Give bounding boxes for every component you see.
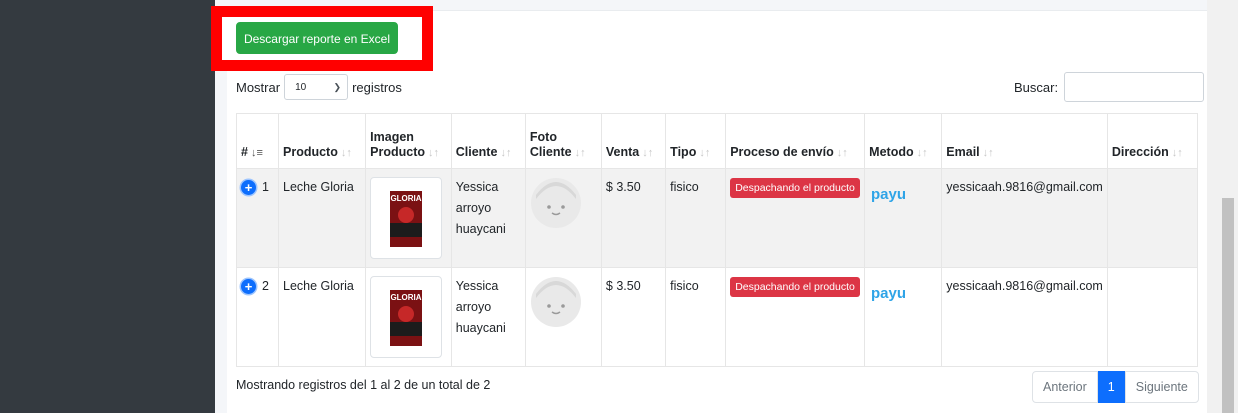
- previous-page-button[interactable]: Anterior: [1032, 371, 1098, 403]
- sale-cell: $ 3.50: [600, 168, 667, 268]
- sort-icon: ↓↑: [916, 147, 928, 159]
- email-cell: yessicaah.9816@gmail.com: [941, 168, 1108, 268]
- product-image-cell: GLORIA: [365, 168, 452, 268]
- sort-icon: ↓↑: [642, 147, 654, 159]
- length-control: Mostrar 10 ❯ registros: [236, 74, 402, 100]
- column-header-type[interactable]: Tipo ↓↑: [665, 113, 727, 169]
- sort-icon: ↓↑: [500, 147, 512, 159]
- export-excel-button[interactable]: Descargar reporte en Excel: [236, 22, 398, 54]
- expand-row-icon[interactable]: +: [241, 180, 256, 196]
- sort-icon: ↓↑: [428, 147, 440, 159]
- page-length-value: 10: [295, 81, 307, 93]
- length-suffix-label: registros: [352, 79, 402, 95]
- search-label: Buscar:: [1014, 79, 1059, 95]
- search-input[interactable]: [1064, 72, 1205, 102]
- method-cell: payu: [864, 267, 943, 367]
- email-cell: yessicaah.9816@gmail.com: [941, 267, 1108, 367]
- sort-asc-icon: ↓≡: [250, 147, 263, 159]
- sidebar: [0, 0, 215, 413]
- payu-logo-text: payu: [871, 186, 906, 203]
- shipping-status-badge[interactable]: Despachando el producto: [730, 277, 860, 297]
- column-header-address[interactable]: Dirección ↓↑: [1106, 113, 1199, 169]
- scrollbar-thumb[interactable]: [1222, 198, 1234, 413]
- next-page-button[interactable]: Siguiente: [1124, 371, 1199, 403]
- column-header-product-image[interactable]: Imagen Producto ↓↑: [365, 113, 452, 169]
- sort-icon: ↓↑: [836, 147, 848, 159]
- type-cell: fisico: [665, 267, 727, 367]
- table-info: Mostrando registros del 1 al 2 de un tot…: [236, 378, 491, 392]
- sales-table: # ↓≡ Producto ↓↑ Imagen Producto ↓↑ Cliente…: [236, 113, 1199, 367]
- table-header-row: # ↓≡ Producto ↓↑ Imagen Producto ↓↑ Cliente…: [236, 113, 1199, 169]
- product-image-cell: GLORIA: [365, 267, 452, 367]
- product-cell: Leche Gloria: [277, 168, 367, 268]
- product-image-label: GLORIA: [391, 194, 422, 203]
- client-avatar-icon: [530, 277, 581, 327]
- column-header-method[interactable]: Metodo ↓↑: [864, 113, 943, 169]
- shipping-status-badge[interactable]: Despachando el producto: [730, 178, 860, 198]
- product-image-label: GLORIA: [391, 293, 422, 302]
- shipping-cell: Despachando el producto: [725, 168, 866, 268]
- column-header-client[interactable]: Cliente ↓↑: [450, 113, 526, 169]
- expand-row-icon[interactable]: +: [241, 279, 256, 295]
- table-row: +2 Leche Gloria GLORIA Yessica arroyo hu…: [236, 267, 1199, 367]
- method-cell: payu: [864, 168, 943, 268]
- client-cell: Yessica arroyo huaycani: [450, 267, 526, 367]
- column-header-product[interactable]: Producto ↓↑: [277, 113, 367, 169]
- table-row: +1 Leche Gloria GLORIA Yessica arroyo hu…: [236, 168, 1199, 268]
- product-image: GLORIA: [370, 177, 443, 259]
- sort-icon: ↓↑: [574, 147, 586, 159]
- sort-icon: ↓↑: [699, 147, 711, 159]
- sort-icon: ↓↑: [982, 147, 994, 159]
- sort-icon: ↓↑: [340, 147, 352, 159]
- client-avatar-icon: [530, 178, 581, 228]
- page-1-button[interactable]: 1: [1097, 371, 1125, 403]
- client-photo-cell: [524, 267, 602, 367]
- column-header-client-photo[interactable]: Foto Cliente ↓↑: [524, 113, 602, 169]
- shipping-cell: Despachando el producto: [725, 267, 866, 367]
- sale-cell: $ 3.50: [600, 267, 667, 367]
- client-cell: Yessica arroyo huaycani: [450, 168, 526, 268]
- sort-icon: ↓↑: [1171, 147, 1183, 159]
- column-header-shipping[interactable]: Proceso de envío ↓↑: [725, 113, 866, 169]
- type-cell: fisico: [665, 168, 727, 268]
- length-prefix-label: Mostrar: [236, 79, 281, 95]
- page-length-select[interactable]: 10 ❯: [284, 74, 349, 100]
- column-header-sale[interactable]: Venta ↓↑: [600, 113, 667, 169]
- payu-logo-icon: payu: [871, 285, 906, 302]
- search-control: Buscar:: [1014, 72, 1205, 102]
- column-header-number[interactable]: # ↓≡: [236, 113, 279, 169]
- row-number-cell: +2: [236, 267, 279, 367]
- address-cell: [1106, 168, 1199, 268]
- product-cell: Leche Gloria: [277, 267, 367, 367]
- chevron-down-icon: ❯: [333, 81, 342, 92]
- client-photo-cell: [524, 168, 602, 268]
- payu-logo-text: payu: [871, 285, 906, 302]
- column-header-email[interactable]: Email ↓↑: [941, 113, 1108, 169]
- product-image: GLORIA: [370, 276, 443, 358]
- address-cell: [1106, 267, 1199, 367]
- payu-logo-icon: payu: [871, 186, 906, 203]
- pagination: Anterior 1 Siguiente: [1032, 371, 1199, 403]
- row-number-cell: +1: [236, 168, 279, 268]
